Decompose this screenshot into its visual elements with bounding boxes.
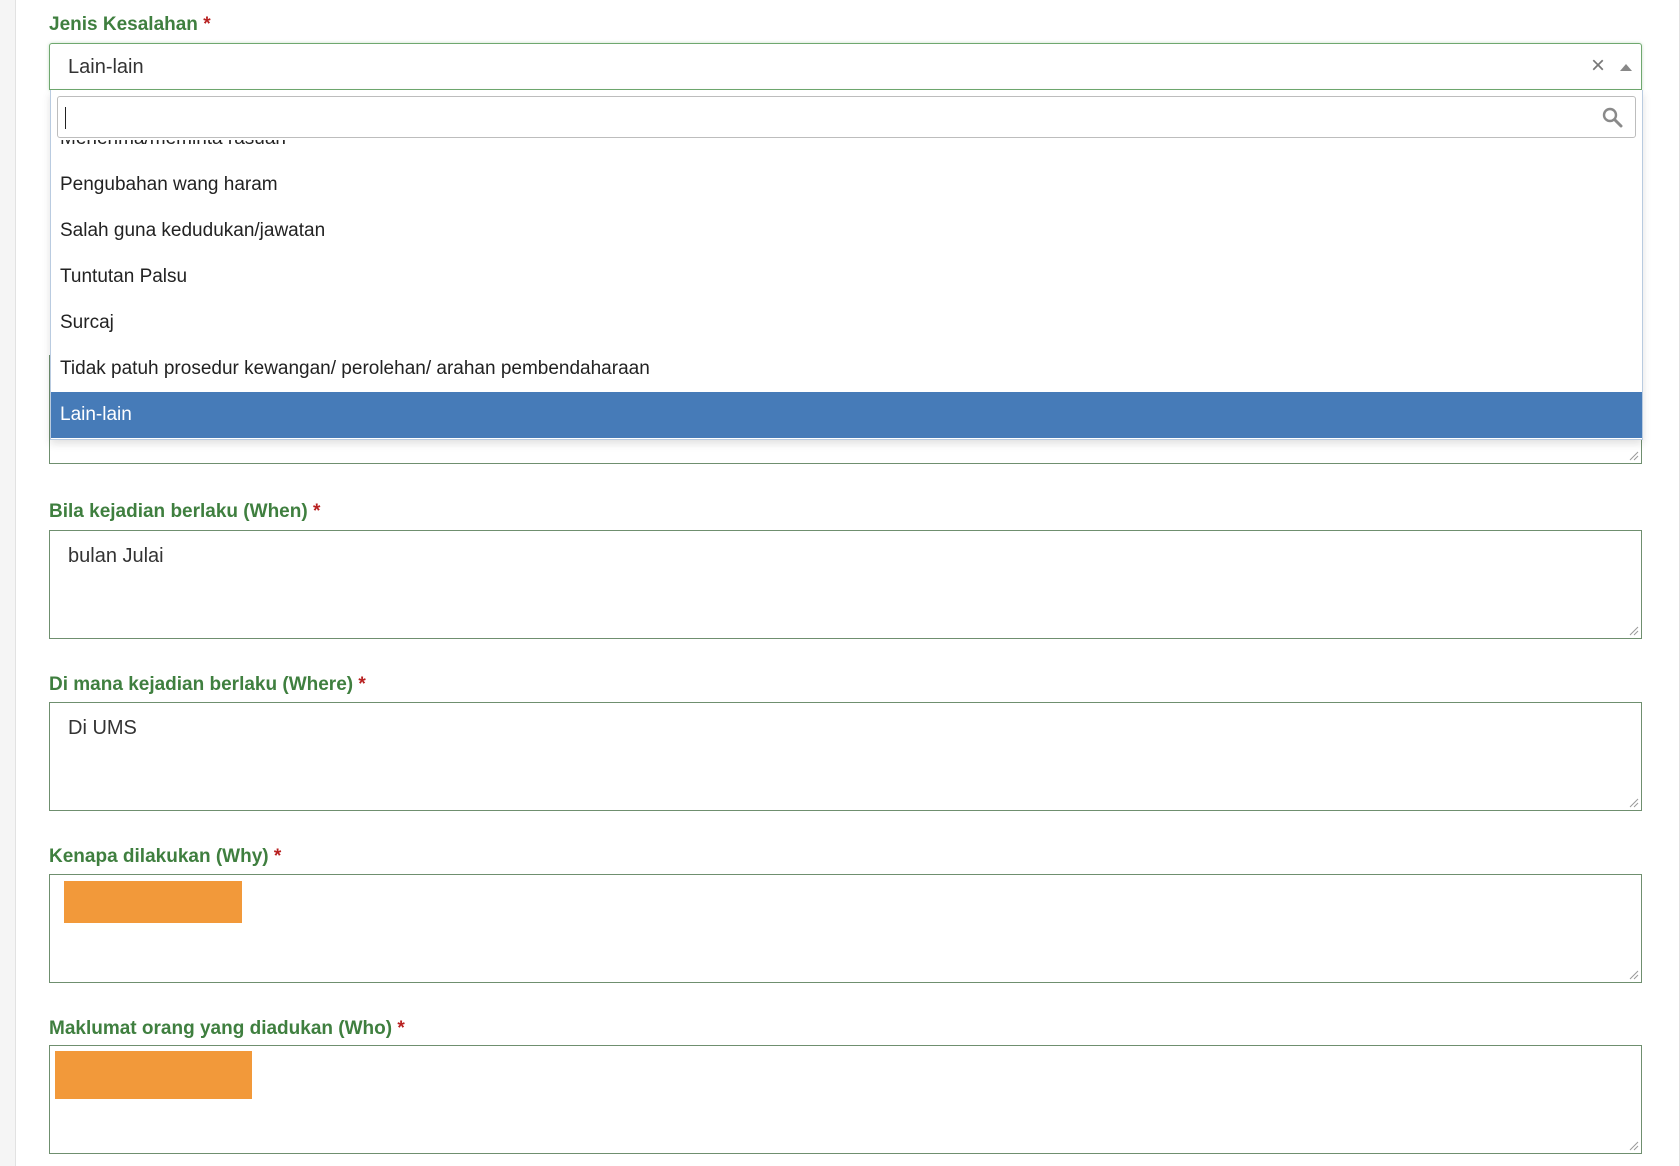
when-label-text: Bila kejadian berlaku (When) (49, 501, 308, 522)
dropdown-search-input[interactable] (57, 96, 1636, 138)
required-mark: * (397, 1018, 405, 1039)
resize-handle-icon[interactable] (1629, 798, 1639, 808)
dropdown-options-list[interactable]: Menerima/meminta rasuah Pengubahan wang … (51, 140, 1642, 439)
clear-icon[interactable]: × (1591, 54, 1605, 78)
why-label-text: Kenapa dilakukan (Why) (49, 846, 269, 867)
required-mark: * (203, 14, 211, 35)
jenis-kesalahan-select[interactable]: Lain-lain × (49, 43, 1642, 90)
who-label: Maklumat orang yang diadukan (Who) * (49, 1018, 405, 1040)
dropdown-option[interactable]: Tidak patuh prosedur kewangan/ perolehan… (51, 346, 1642, 392)
where-label: Di mana kejadian berlaku (Where) * (49, 674, 366, 696)
resize-handle-icon[interactable] (1629, 451, 1639, 461)
text-cursor (65, 107, 66, 129)
redaction-block (55, 1051, 252, 1099)
resize-handle-icon[interactable] (1629, 970, 1639, 980)
select-selected-value: Lain-lain (68, 56, 144, 78)
chevron-up-icon[interactable] (1620, 64, 1632, 71)
jenis-kesalahan-label-text: Jenis Kesalahan (49, 14, 198, 35)
resize-handle-icon[interactable] (1629, 626, 1639, 636)
where-textarea[interactable]: Di UMS (49, 702, 1642, 811)
required-mark: * (358, 674, 366, 695)
dropdown-option[interactable]: Pengubahan wang haram (51, 162, 1642, 208)
dropdown-option[interactable]: Menerima/meminta rasuah (51, 140, 1642, 162)
who-label-text: Maklumat orang yang diadukan (Who) (49, 1018, 393, 1039)
dropdown-option[interactable]: Tuntutan Palsu (51, 254, 1642, 300)
dropdown-option[interactable]: Salah guna kedudukan/jawatan (51, 208, 1642, 254)
why-label: Kenapa dilakukan (Why) * (49, 846, 281, 868)
search-icon (1602, 107, 1623, 128)
dropdown-option-selected[interactable]: Lain-lain (51, 392, 1642, 438)
where-value: Di UMS (68, 717, 137, 739)
when-textarea[interactable]: bulan Julai (49, 530, 1642, 639)
why-textarea[interactable] (49, 874, 1642, 983)
select-dropdown: Menerima/meminta rasuah Pengubahan wang … (50, 90, 1643, 440)
where-label-text: Di mana kejadian berlaku (Where) (49, 674, 354, 695)
when-value: bulan Julai (68, 545, 164, 567)
when-label: Bila kejadian berlaku (When) * (49, 501, 320, 523)
jenis-kesalahan-label: Jenis Kesalahan * (49, 14, 211, 36)
resize-handle-icon[interactable] (1629, 1141, 1639, 1151)
who-textarea[interactable] (49, 1045, 1642, 1154)
dropdown-option[interactable]: Surcaj (51, 300, 1642, 346)
required-mark: * (312, 501, 321, 522)
required-mark: * (273, 846, 282, 867)
redaction-block (64, 881, 242, 923)
